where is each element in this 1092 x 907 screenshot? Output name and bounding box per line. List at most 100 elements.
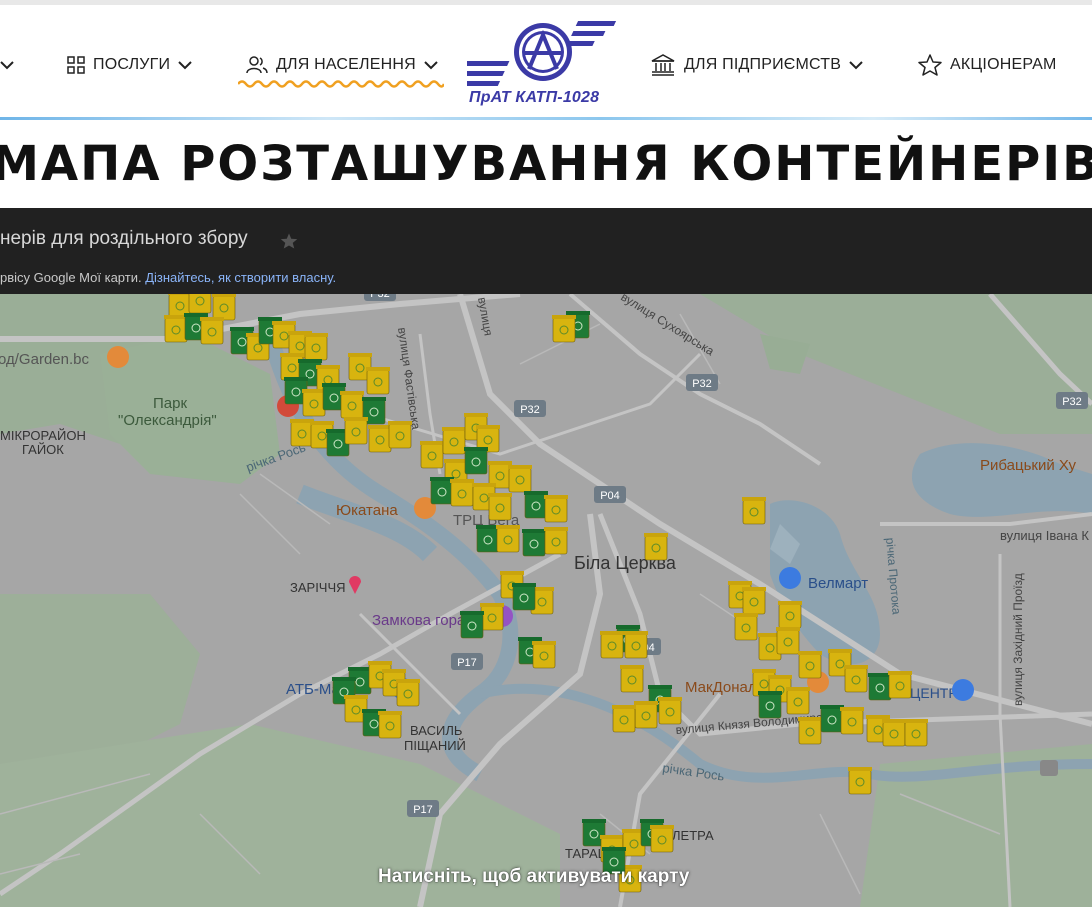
embedded-map[interactable]: P32P32P32P32P04P17P17P04 од/Garden.bc Па… [0, 294, 1092, 907]
container-marker[interactable] [450, 481, 474, 507]
container-lid [544, 527, 568, 531]
map-label-vul-zakh: вулиця Західний Проїзд [1011, 573, 1025, 706]
container-lid [524, 491, 548, 495]
container-marker[interactable] [620, 667, 644, 693]
container-lid [442, 427, 466, 431]
container-marker[interactable] [366, 369, 390, 395]
container-lid [650, 825, 674, 829]
container-lid [322, 383, 346, 387]
activate-map-hint[interactable]: Натисніть, щоб активувати карту [378, 866, 689, 888]
container-marker[interactable] [164, 317, 188, 343]
container-marker[interactable] [522, 531, 546, 557]
container-lid [786, 687, 810, 691]
container-marker[interactable] [396, 681, 420, 707]
container-marker[interactable] [634, 703, 658, 729]
nav-item-population[interactable]: ДЛЯ НАСЕЛЕННЯ [246, 51, 438, 79]
container-marker[interactable] [882, 721, 906, 747]
container-marker[interactable] [442, 429, 466, 455]
train-station-icon [1040, 760, 1058, 776]
container-lid [600, 631, 624, 635]
nav-item-services[interactable]: ПОСЛУГИ [67, 51, 192, 79]
container-marker[interactable] [430, 479, 454, 505]
container-marker[interactable] [552, 317, 576, 343]
container-marker[interactable] [868, 675, 892, 701]
container-marker[interactable] [464, 449, 488, 475]
container-marker[interactable] [532, 643, 556, 669]
site-header: ПОСЛУГИ ДЛЯ НАСЕЛЕННЯ ПрАТ КАТП-1028 ДЛЯ… [0, 5, 1092, 117]
container-marker[interactable] [888, 673, 912, 699]
container-marker[interactable] [742, 499, 766, 525]
nav-item-business[interactable]: ДЛЯ ПІДПРИЄМСТВ [650, 51, 863, 79]
container-marker[interactable] [212, 295, 236, 321]
container-marker[interactable] [612, 707, 636, 733]
page-title-container: МАПА РОЗТАШУВАННЯ КОНТЕЙНЕРІВ [0, 120, 1092, 208]
map-subtitle: рвісу Google Мої карти. Дізнайтесь, як с… [0, 270, 336, 285]
container-marker[interactable] [480, 605, 504, 631]
container-marker[interactable] [798, 719, 822, 745]
star-icon[interactable] [280, 232, 298, 250]
container-marker[interactable] [544, 497, 568, 523]
container-lid [344, 695, 368, 699]
nav-item-partial[interactable] [0, 51, 14, 79]
container-marker[interactable] [304, 335, 328, 361]
chevron-down-icon [424, 61, 438, 70]
container-marker[interactable] [200, 319, 224, 345]
container-lid [600, 835, 624, 839]
container-lid [344, 417, 368, 421]
container-lid [480, 603, 504, 607]
create-map-link[interactable]: Дізнайтесь, як створити власну. [145, 270, 336, 285]
container-marker[interactable] [496, 527, 520, 553]
container-marker[interactable] [600, 633, 624, 659]
container-marker[interactable] [734, 615, 758, 641]
map-label-letra: ЛЕТРА [672, 828, 714, 843]
container-marker[interactable] [460, 613, 484, 639]
container-marker[interactable] [778, 603, 802, 629]
container-marker[interactable] [758, 693, 782, 719]
container-marker[interactable] [840, 709, 864, 735]
map-canvas[interactable]: P32P32P32P32P04P17P17P04 од/Garden.bc Па… [0, 294, 1092, 907]
container-marker[interactable] [340, 393, 364, 419]
container-marker[interactable] [524, 493, 548, 519]
container-marker[interactable] [378, 713, 402, 739]
container-marker[interactable] [290, 421, 314, 447]
container-marker[interactable] [844, 667, 868, 693]
container-marker[interactable] [624, 633, 648, 659]
container-lid [184, 313, 208, 317]
map-label-velmart: Велмарт [808, 575, 868, 592]
container-marker[interactable] [476, 527, 500, 553]
container-marker[interactable] [820, 707, 844, 733]
container-marker[interactable] [508, 467, 532, 493]
container-marker[interactable] [544, 529, 568, 555]
nav-item-shareholders[interactable]: АКЦІОНЕРАМ [918, 51, 1057, 79]
container-marker[interactable] [786, 689, 810, 715]
map-label-park: Парк [153, 395, 187, 412]
container-lid [488, 493, 512, 497]
container-marker[interactable] [650, 827, 674, 853]
container-marker[interactable] [344, 419, 368, 445]
container-lid [582, 819, 606, 823]
container-lid [734, 613, 758, 617]
container-marker[interactable] [798, 653, 822, 679]
container-marker[interactable] [420, 443, 444, 469]
container-marker[interactable] [388, 423, 412, 449]
container-lid [340, 391, 364, 395]
container-marker[interactable] [644, 535, 668, 561]
container-lid [464, 413, 488, 417]
container-marker[interactable] [776, 629, 800, 655]
container-lid [512, 583, 536, 587]
container-marker[interactable] [488, 495, 512, 521]
map-label-centr: ЦЕНТР [910, 685, 958, 701]
container-lid [258, 317, 282, 321]
container-marker[interactable] [848, 769, 872, 795]
container-marker[interactable] [904, 721, 928, 747]
container-lid [508, 465, 532, 469]
container-lid [444, 459, 468, 463]
chevron-down-icon [0, 61, 14, 70]
container-marker[interactable] [742, 589, 766, 615]
container-marker[interactable] [658, 699, 682, 725]
bank-icon [651, 54, 675, 76]
container-lid [332, 677, 356, 681]
container-marker[interactable] [302, 391, 326, 417]
container-marker[interactable] [368, 427, 392, 453]
container-marker[interactable] [512, 585, 536, 611]
